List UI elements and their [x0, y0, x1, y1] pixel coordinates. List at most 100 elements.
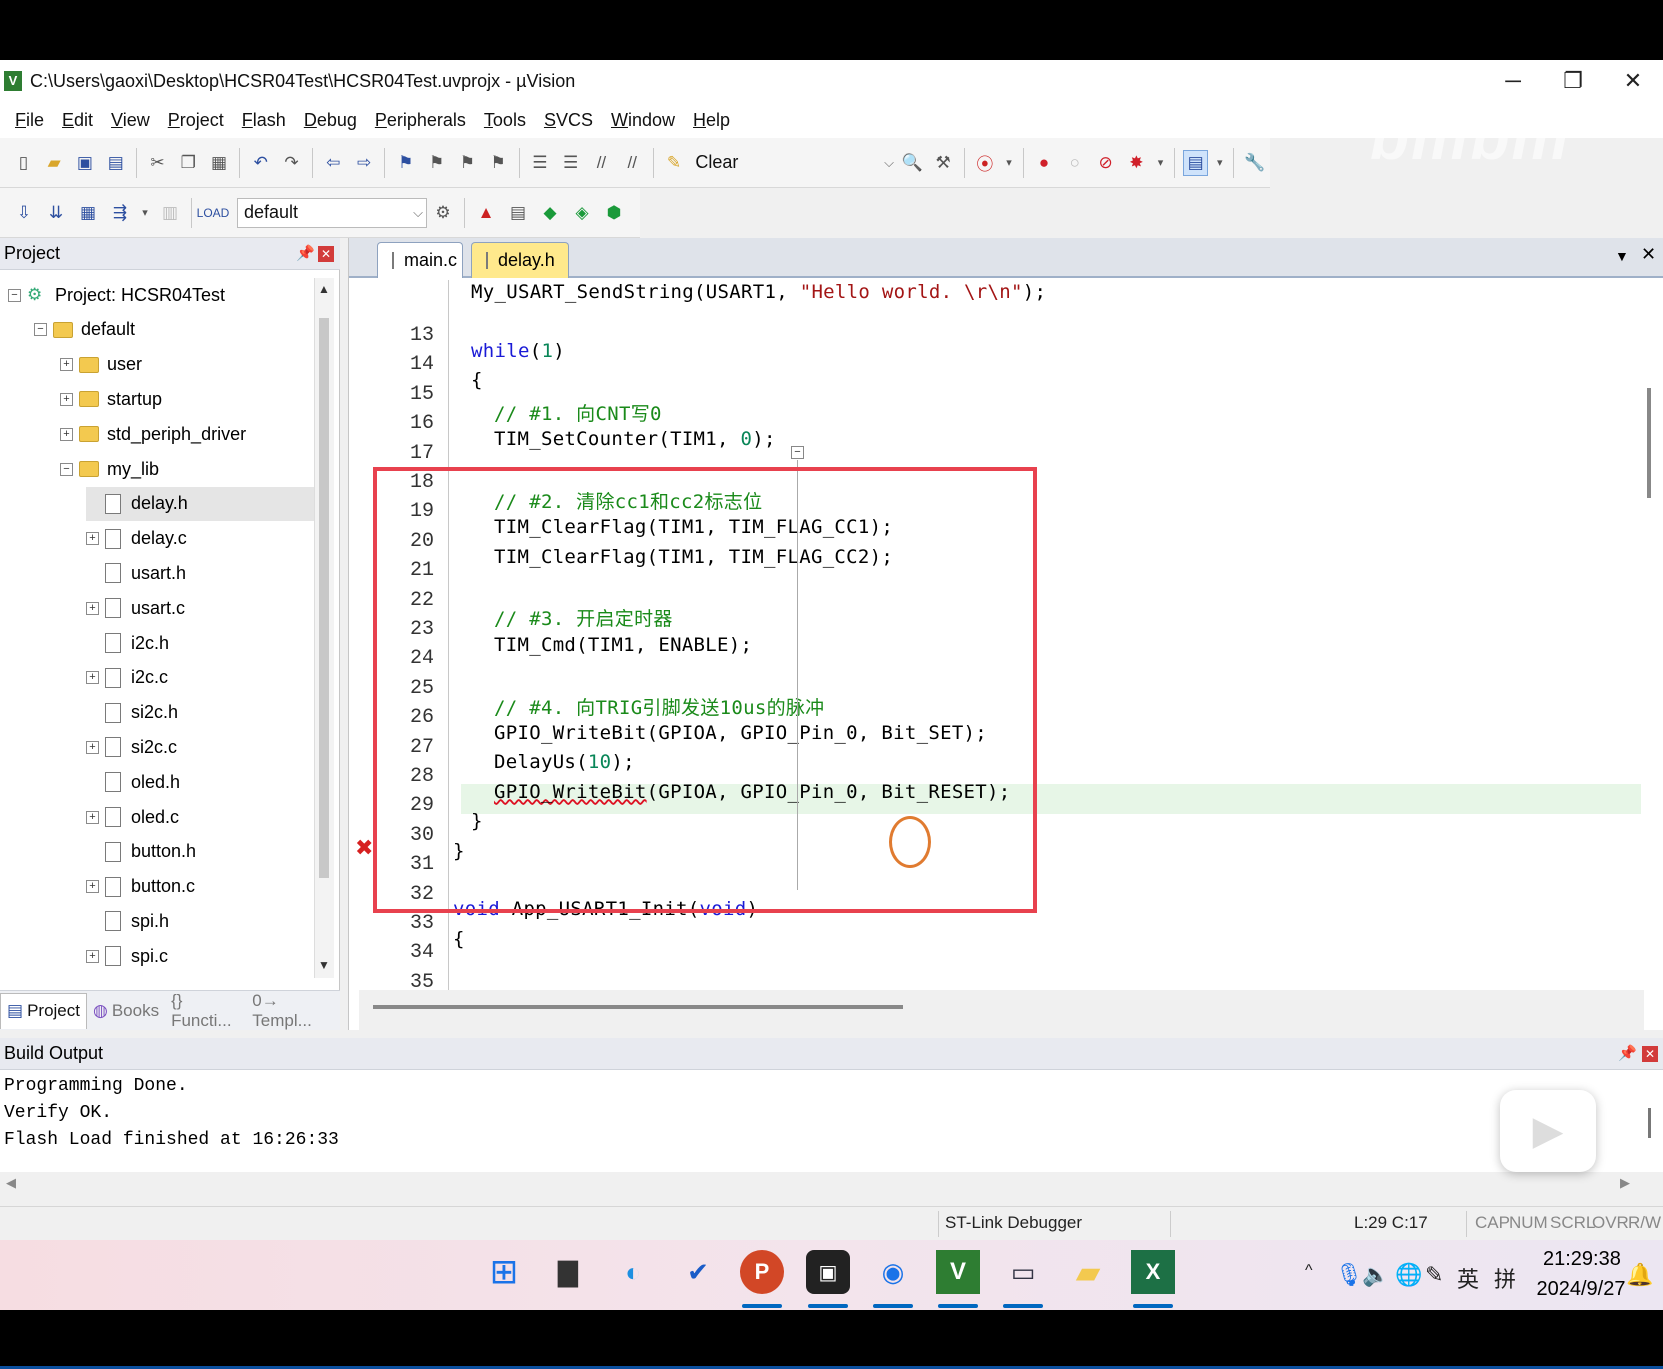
editor-vertical-scrollbar[interactable] [1644, 280, 1663, 990]
file-extensions-icon[interactable]: ▤ [505, 200, 531, 226]
excel-icon[interactable]: X [1131, 1250, 1175, 1294]
run-time-env-icon[interactable]: ◆ [537, 200, 563, 226]
expand-icon[interactable]: + [86, 880, 99, 894]
camera-app-icon[interactable]: ▣ [806, 1250, 850, 1294]
tree-root[interactable]: − ⚙ Project: HCSR04Test [8, 278, 225, 312]
tree-folder[interactable]: − my_lib [60, 452, 159, 486]
download-load-icon[interactable]: LOAD [197, 200, 230, 226]
tree-scroll-thumb[interactable] [319, 318, 329, 878]
find-combo[interactable]: ⌵ [744, 148, 897, 178]
cut-icon[interactable]: ✂ [145, 150, 170, 176]
start-icon[interactable]: ⊞ [482, 1250, 526, 1294]
expand-icon[interactable]: + [86, 810, 99, 824]
editor-vscroll-thumb[interactable] [1647, 388, 1651, 498]
tree-file[interactable]: + usart.c [86, 591, 185, 625]
code-line[interactable]: // #1. 向CNT写0 [494, 399, 662, 426]
menu-edit[interactable]: Edit [62, 110, 93, 131]
nav-forward-icon[interactable]: ⇨ [352, 150, 377, 176]
breakpoint-disable-all-icon[interactable]: ⊘ [1093, 150, 1118, 176]
tab-books[interactable]: ◍ Books [87, 993, 165, 1029]
menu-view[interactable]: View [111, 110, 150, 131]
find-combo-text[interactable]: Clear [695, 152, 738, 173]
close-icon[interactable]: ✕ [1642, 1046, 1658, 1062]
edge-icon[interactable]: ◐ [611, 1250, 655, 1294]
menu-debug[interactable]: Debug [304, 110, 357, 131]
manage-components-icon[interactable]: ▲ [473, 200, 499, 226]
video-play-overlay[interactable]: ▶ [1500, 1090, 1596, 1172]
undo-icon[interactable]: ↶ [248, 150, 273, 176]
clock-time[interactable]: 21:29:38 [1543, 1248, 1621, 1271]
tree-file[interactable]: + i2c.c [86, 661, 168, 695]
tree-folder[interactable]: + std_periph_driver [60, 417, 246, 451]
collapse-icon[interactable]: − [60, 462, 73, 476]
find-icon[interactable]: 🔍 [900, 150, 925, 176]
tree-scrollbar[interactable]: ▲ ▼ [314, 278, 334, 978]
microphone-icon[interactable]: 🎙 [1335, 1262, 1363, 1288]
tab-project[interactable]: ▤ Project [0, 992, 87, 1029]
debug-session-icon[interactable]: ⦿ [972, 150, 997, 176]
menu-tools[interactable]: Tools [484, 110, 526, 131]
dropdown-arrow-icon[interactable]: ▾ [1003, 150, 1014, 176]
select-packs-icon[interactable]: ⬢ [601, 200, 627, 226]
paste-icon[interactable]: ▦ [207, 150, 232, 176]
new-file-icon[interactable]: ▯ [11, 150, 36, 176]
breakpoint-insert-icon[interactable]: ● [1032, 150, 1057, 176]
comment-icon[interactable]: // [589, 150, 614, 176]
breakpoint-kill-all-icon[interactable]: ✸ [1124, 150, 1149, 176]
code-line[interactable]: while(1) [471, 340, 565, 362]
editor-hscroll-thumb[interactable] [373, 1005, 903, 1009]
expand-icon[interactable]: + [60, 392, 73, 406]
save-all-icon[interactable]: ▤ [103, 150, 128, 176]
bookmark-toggle-icon[interactable]: ⚑ [393, 150, 418, 176]
expand-icon[interactable]: + [86, 601, 99, 615]
tab-functions[interactable]: {} Functi... [165, 991, 246, 1030]
fold-collapse-icon[interactable]: − [791, 446, 804, 459]
menu-flash[interactable]: Flash [242, 110, 286, 131]
tree-file[interactable]: spi.h [86, 904, 169, 938]
find-in-files-icon[interactable]: ✎ [662, 150, 687, 176]
configure-wrench-icon[interactable]: 🔧 [1242, 150, 1267, 176]
menu-window[interactable]: Window [611, 110, 675, 131]
tree-file[interactable]: i2c.h [86, 626, 169, 660]
maximize-button[interactable]: ❐ [1543, 60, 1603, 102]
network-globe-icon[interactable]: 🌐 [1395, 1262, 1422, 1288]
pen-icon[interactable]: ✎ [1425, 1262, 1443, 1288]
notification-bell-icon[interactable]: 🔔 [1626, 1262, 1653, 1288]
code-line[interactable]: { [453, 928, 465, 950]
tray-expand-icon[interactable]: ^ [1305, 1262, 1313, 1280]
tree-file[interactable]: + oled.c [86, 800, 179, 834]
close-icon[interactable]: ✕ [318, 246, 334, 262]
code-line[interactable]: TIM_SetCounter(TIM1, 0); [494, 428, 776, 450]
tab-templates[interactable]: 0→ Templ... [246, 991, 340, 1030]
pin-icon[interactable]: 📌 [1618, 1044, 1637, 1062]
terminal-icon[interactable]: ▭ [1001, 1250, 1045, 1294]
tree-file[interactable]: + delay.c [86, 522, 187, 556]
close-tab-icon[interactable]: ✕ [1641, 244, 1656, 265]
save-icon[interactable]: ▣ [73, 150, 98, 176]
redo-icon[interactable]: ↷ [279, 150, 304, 176]
tree-file[interactable]: si2c.h [86, 696, 178, 730]
target-options-icon[interactable]: ⚙ [430, 200, 456, 226]
todo-icon[interactable]: ✔ [676, 1250, 720, 1294]
code-line[interactable]: { [471, 369, 483, 391]
output-horizontal-scrollbar[interactable]: ◀ ▶ [0, 1172, 1663, 1196]
target-select[interactable]: default ⌵ [237, 197, 427, 228]
open-file-icon[interactable]: ▰ [42, 150, 67, 176]
expand-icon[interactable]: + [60, 358, 73, 372]
incremental-find-icon[interactable]: ⚒ [931, 150, 956, 176]
build-icon[interactable]: ⇊ [43, 200, 69, 226]
rebuild-icon[interactable]: ▦ [75, 200, 101, 226]
code-line[interactable]: My_USART_SendString(USART1, "Hello world… [471, 281, 1046, 303]
expand-icon[interactable]: + [86, 532, 99, 546]
menu-file[interactable]: File [15, 110, 44, 131]
copy-icon[interactable]: ❐ [176, 150, 201, 176]
bookmark-clear-icon[interactable]: ⚑ [486, 150, 511, 176]
menu-peripherals[interactable]: Peripherals [375, 110, 466, 131]
stop-build-icon[interactable]: ▥ [157, 200, 183, 226]
tree-file[interactable]: delay.h [86, 486, 314, 521]
tree-file[interactable]: + button.c [86, 870, 195, 904]
breakpoint-disable-icon[interactable]: ○ [1062, 150, 1087, 176]
title-bar[interactable]: V C:\Users\gaoxi\Desktop\HCSR04Test\HCSR… [0, 60, 1663, 102]
tree-folder[interactable]: + startup [60, 382, 162, 416]
tab-list-dropdown-icon[interactable]: ▼ [1615, 248, 1629, 264]
